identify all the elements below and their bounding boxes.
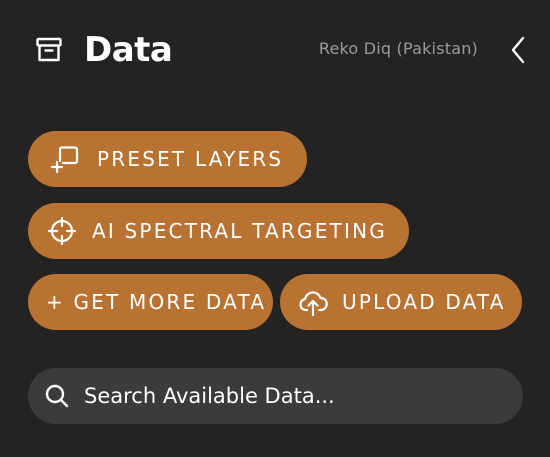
upload-data-label: UPLOAD DATA xyxy=(342,290,506,314)
search-bar[interactable] xyxy=(28,368,523,424)
ai-spectral-targeting-label: AI SPECTRAL TARGETING xyxy=(92,219,387,243)
panel-title: Data xyxy=(84,30,173,70)
panel-header: Data Reko Diq (Pakistan) xyxy=(0,0,550,100)
layers-add-icon xyxy=(50,144,80,174)
archive-icon xyxy=(35,36,63,64)
location-label: Reko Diq (Pakistan) xyxy=(318,39,478,58)
ai-spectral-targeting-button[interactable]: AI SPECTRAL TARGETING xyxy=(28,203,409,259)
cloud-upload-icon xyxy=(298,287,328,317)
data-panel: Data Reko Diq (Pakistan) PRESET LAYERS A… xyxy=(0,0,550,457)
chevron-left-icon xyxy=(510,36,526,64)
get-more-data-button[interactable]: + GET MORE DATA xyxy=(28,274,273,330)
preset-layers-label: PRESET LAYERS xyxy=(97,147,284,171)
crosshair-icon xyxy=(48,217,76,245)
upload-data-button[interactable]: UPLOAD DATA xyxy=(280,274,522,330)
get-more-data-label: + GET MORE DATA xyxy=(46,290,267,314)
preset-layers-button[interactable]: PRESET LAYERS xyxy=(28,131,307,187)
collapse-panel-button[interactable] xyxy=(505,34,531,66)
search-icon xyxy=(44,383,70,409)
search-input[interactable] xyxy=(84,384,484,408)
